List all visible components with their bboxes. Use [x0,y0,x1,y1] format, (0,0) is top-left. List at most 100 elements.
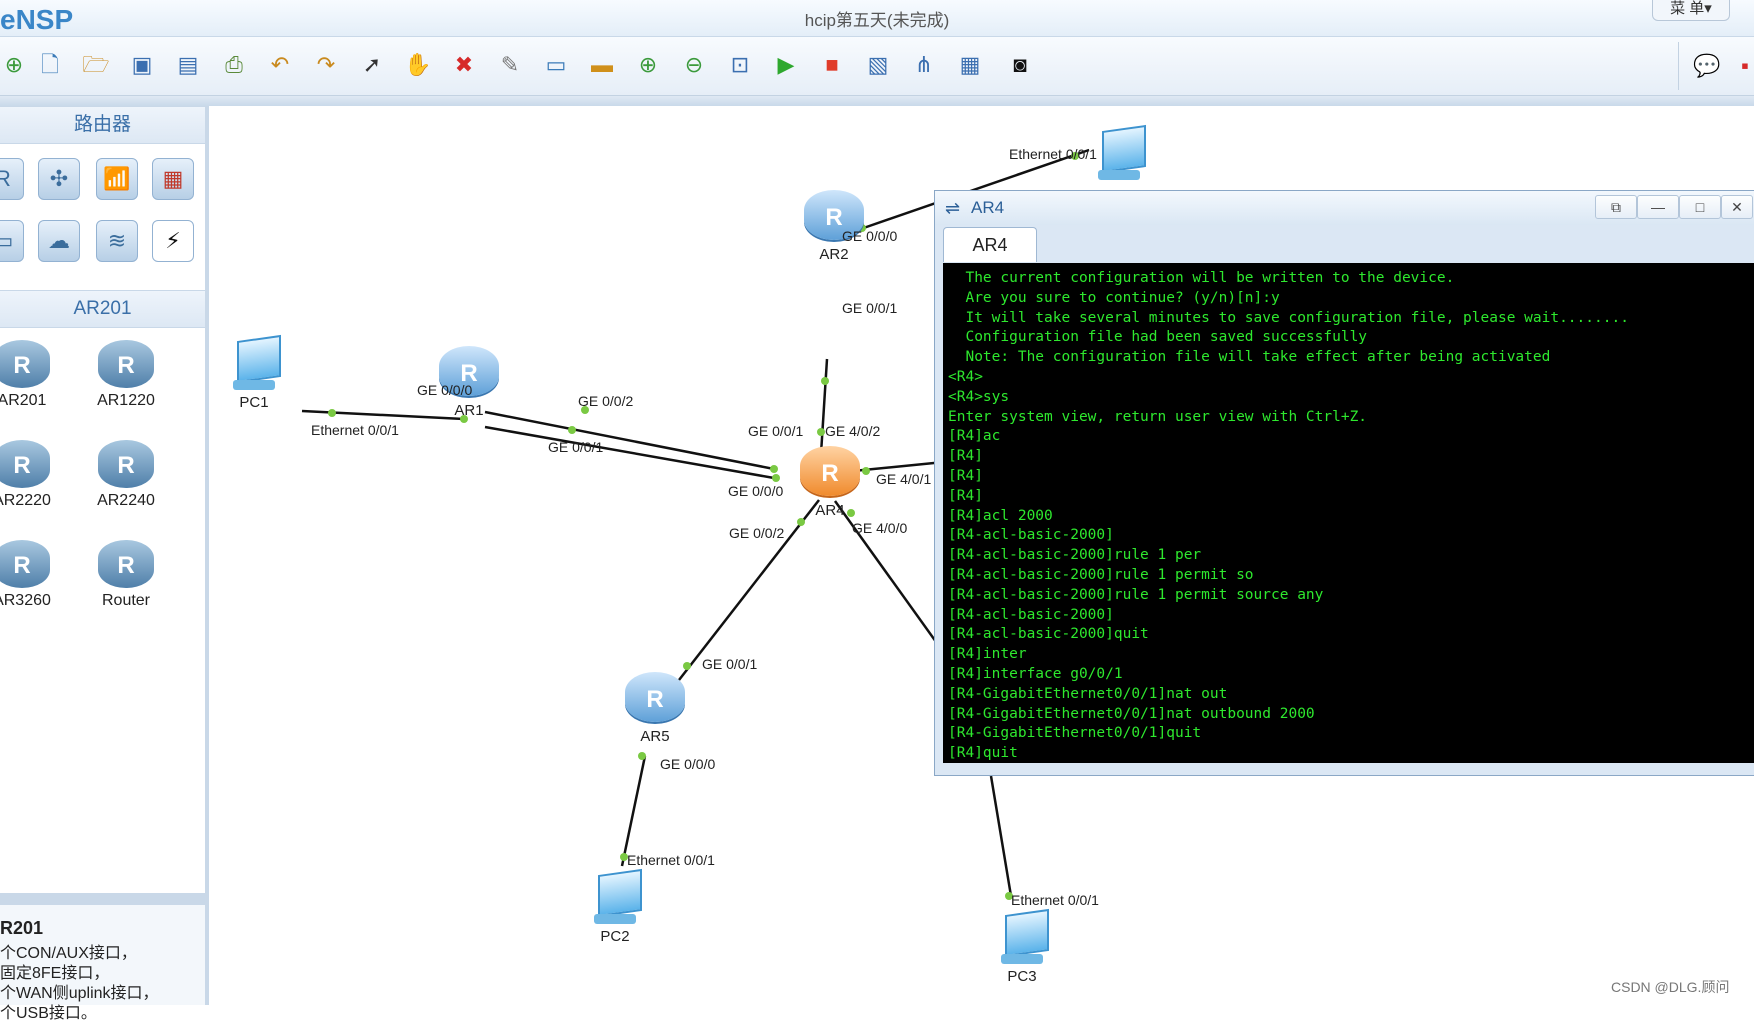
terminal-line: [R4-acl-basic-2000]rule 1 permit so [948,566,1254,583]
terminal-line: [R4]inter [948,646,1027,663]
device-router[interactable]: R Router [86,540,166,610]
terminal-title: AR4 [971,198,1005,217]
device-description: R201 个CON/AUX接口， 固定8FE接口， 个WAN侧uplink接口，… [0,918,200,1024]
cloud-category-icon[interactable]: ☁ [38,220,80,262]
node-pc-top[interactable] [1089,124,1149,184]
description-line: 固定8FE接口， [0,965,110,982]
link-category-icon[interactable]: ⚡ [152,220,194,262]
capture-icon[interactable]: ▧ [864,51,892,79]
toolbar: ⊕ 🗋 🗁 ▣ ▤ ⎙ ↶ ↷ ➚ ✋ ✖ ✎ ▭ ▬ ⊕ ⊖ ⊡ ▶ ■ ▧ … [0,37,1754,96]
grid-icon[interactable]: ▦ [956,51,984,79]
terminal-line: Configuration file had been saved succes… [948,329,1368,346]
terminal-output[interactable]: The current configuration will be writte… [943,263,1754,763]
description-title: R201 [0,918,44,938]
restore-icon[interactable]: ⧉ [1595,195,1637,219]
node-ar5[interactable]: R AR5 [615,672,695,745]
delete-icon[interactable]: ✖ [450,51,478,79]
start-icon[interactable]: ▶ [772,51,800,79]
description-line: 个USB接口。 [0,1005,97,1022]
node-label: PC2 [600,928,630,945]
port-label: Ethernet 0/0/1 [627,852,715,868]
terminal-line: [R4-acl-basic-2000]rule 1 permit source … [948,586,1324,603]
terminal-tab-ar4[interactable]: AR4 [943,227,1037,262]
zoom-out-icon[interactable]: ⊖ [680,51,708,79]
minimize-icon[interactable]: — [1637,195,1679,219]
node-ar4[interactable]: R AR4 [790,446,870,519]
terminal-line: Note: The configuration file will take e… [948,349,1551,366]
terminal-line: Enter system view, return user view with… [948,408,1368,425]
device-ar1220[interactable]: R AR1220 [86,340,166,410]
redo-icon[interactable]: ↷ [312,51,340,79]
maximize-icon[interactable]: □ [1679,195,1721,219]
chat-icon[interactable]: 💬 [1693,52,1721,80]
open-icon[interactable]: 🗁 [82,51,110,79]
select-icon[interactable]: ➚ [358,51,386,79]
device-ar3260[interactable]: R AR3260 [0,540,62,610]
watermark: CSDN @DLG.顾问 [1611,979,1730,995]
port-label: GE 0/0/0 [728,483,784,499]
router-icon: R [98,340,154,388]
router-category-icon[interactable]: R [0,158,24,200]
terminal-window[interactable]: ⇌ AR4 ⧉ — □ ✕ AR4 The current configurat… [934,190,1754,776]
node-label: PC1 [239,394,269,411]
node-pc2[interactable]: PC2 [570,868,660,945]
device-label: Router [101,592,151,609]
node-label: AR1 [454,402,484,419]
terminal-line: [R4]ac [948,428,1001,445]
toolbar-right-group: 💬 ▪ [1678,42,1749,90]
new-topology-icon[interactable]: ⊕ [0,51,28,79]
node-pc1[interactable]: PC1 [209,334,299,411]
port-label: Ethernet 0/0/1 [311,422,399,438]
port-label: GE 0/0/2 [578,393,634,409]
node-ar2[interactable]: R AR2 [794,190,874,263]
pc-icon [997,908,1049,968]
new-file-icon[interactable]: 🗋 [36,51,64,79]
device-ar201[interactable]: R AR201 [0,340,62,410]
help-icon[interactable]: ▪ [1731,52,1754,80]
switch-category-icon[interactable]: ✣ [38,158,80,200]
device-ar2220[interactable]: R AR2220 [0,440,62,510]
zoom-in-icon[interactable]: ⊕ [634,51,662,79]
rectangle-icon[interactable]: ▬ [588,51,616,79]
terminal-line: [R4] [948,487,983,504]
pc-icon [1094,124,1146,184]
terminal-category-icon[interactable]: ▭ [0,220,24,262]
terminal-line: <R4>sys [948,388,1010,405]
terminal-titlebar[interactable]: ⇌ AR4 ⧉ — □ ✕ [935,191,1754,225]
node-pc3[interactable]: PC3 [977,908,1067,985]
port-label: Ethernet 0/0/1 [1009,146,1097,162]
port-label: GE 0/0/1 [548,439,604,455]
save-icon[interactable]: ▣ [128,51,156,79]
device-label: AR3260 [0,592,51,609]
menu-button[interactable]: 菜 单▾ [1652,0,1730,21]
console-icon[interactable]: ◙ [1006,51,1034,79]
panel-splitter[interactable] [0,893,205,905]
terminal-line: Are you sure to continue? (y/n)[n]:y [948,289,1280,306]
router-icon: R [625,672,685,722]
terminal-line: The current configuration will be writte… [948,270,1455,286]
router-icon: R [0,440,50,488]
router-icon: R [0,540,50,588]
delete-link-icon[interactable]: ✎ [496,51,524,79]
print-icon[interactable]: ⎙ [220,51,248,79]
device-ar2240[interactable]: R AR2240 [86,440,166,510]
text-icon[interactable]: ▭ [542,51,570,79]
terminal-line: [R4-acl-basic-2000]rule 1 per [948,547,1202,564]
device-label: AR2240 [97,492,155,509]
device-panel: 路由器 R ✣ 📶 ▦ ▭ ☁ ≋ ⚡ AR201 R AR201 R AR12… [0,106,209,1022]
device-label: AR1220 [97,392,155,409]
stop-icon[interactable]: ■ [818,51,846,79]
save-as-icon[interactable]: ▤ [174,51,202,79]
firewall-category-icon[interactable]: ▦ [152,158,194,200]
fit-icon[interactable]: ⊡ [726,51,754,79]
close-icon[interactable]: ✕ [1721,195,1753,219]
terminal-line: [R4]interface g0/0/1 [948,665,1123,682]
wireless-category-icon[interactable]: 📶 [96,158,138,200]
pan-hand-icon[interactable]: ✋ [404,51,432,79]
topology-icon[interactable]: ⋔ [910,51,938,79]
other-device-category-icon[interactable]: ≋ [96,220,138,262]
terminal-line: [R4-GigabitEthernet0/0/1]nat out [948,685,1228,702]
undo-icon[interactable]: ↶ [266,51,294,79]
terminal-line: [R4-acl-basic-2000]quit [948,626,1149,643]
port-label: GE 0/0/0 [660,756,716,772]
